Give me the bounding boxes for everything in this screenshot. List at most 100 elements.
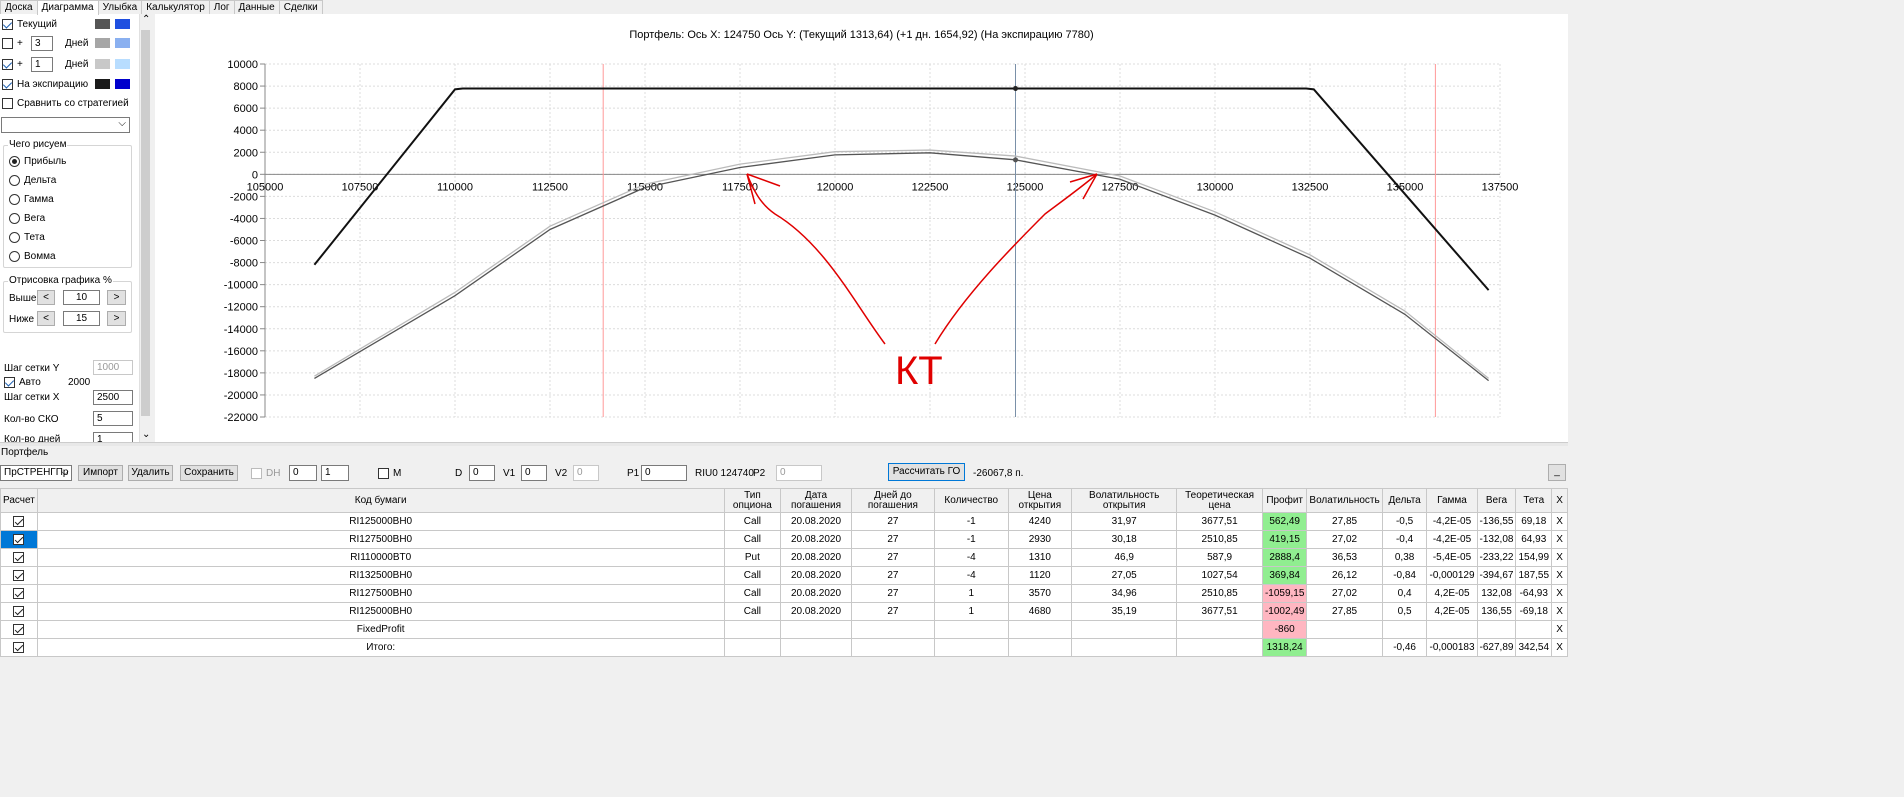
- above-increase-button[interactable]: >: [107, 290, 126, 305]
- column-header[interactable]: Тип опциона: [723, 488, 782, 513]
- remove-row-button[interactable]: X: [1551, 638, 1568, 657]
- p2-input[interactable]: 0: [776, 465, 822, 481]
- current-checkbox[interactable]: [2, 19, 13, 30]
- radio-vega[interactable]: [9, 213, 20, 224]
- grid-y-input[interactable]: 1000: [93, 360, 133, 375]
- auto-checkbox[interactable]: [4, 377, 15, 388]
- m-checkbox[interactable]: [378, 468, 389, 479]
- minimize-button[interactable]: _: [1548, 464, 1566, 481]
- current-color-swatch[interactable]: [95, 19, 110, 29]
- tab-deals[interactable]: Сделки: [278, 0, 323, 14]
- radio-vomma[interactable]: [9, 251, 20, 262]
- table-row[interactable]: Итого: 1318,24 -0,46 -0,000183 -627,89 342,54…: [0, 638, 1568, 657]
- v1-input[interactable]: 0: [521, 465, 547, 481]
- sko-input[interactable]: 5: [93, 411, 133, 426]
- dh-spinner-1[interactable]: 0: [289, 465, 317, 481]
- expiration-checkbox[interactable]: [2, 79, 13, 90]
- days-count-input[interactable]: 1: [93, 432, 133, 442]
- column-header[interactable]: Волатильность открытия: [1071, 488, 1178, 513]
- remove-row-button[interactable]: X: [1551, 602, 1568, 621]
- import-button[interactable]: Импорт: [78, 465, 123, 481]
- remove-row-button[interactable]: X: [1551, 512, 1568, 531]
- table-row[interactable]: RI132500BH0 Call 20.08.2020 27 -4 1120 27,05 10…: [0, 566, 1568, 585]
- remove-row-button[interactable]: X: [1551, 566, 1568, 585]
- above-decrease-button[interactable]: <: [37, 290, 55, 305]
- table-row[interactable]: RI127500BH0 Call 20.08.2020 27 1 3570 34,96 251…: [0, 584, 1568, 603]
- plus1-color-swatch[interactable]: [95, 59, 110, 69]
- profit-chart[interactable]: Портфель: Ось X: 124750 Ось Y: (Текущий …: [155, 14, 1568, 442]
- calc-cell[interactable]: [0, 530, 38, 549]
- v2-input[interactable]: 0: [573, 465, 599, 481]
- days-input-1[interactable]: 3: [31, 36, 53, 51]
- below-decrease-button[interactable]: <: [37, 311, 55, 326]
- table-row[interactable]: FixedProfit -860 X: [0, 620, 1568, 639]
- remove-row-button[interactable]: X: [1551, 548, 1568, 567]
- calc-checkbox[interactable]: [13, 587, 25, 599]
- delete-button[interactable]: Удалить: [128, 465, 173, 481]
- column-header[interactable]: Дней до погашения: [850, 488, 935, 513]
- tab-board[interactable]: Доска: [0, 0, 38, 14]
- remove-row-button[interactable]: X: [1551, 530, 1568, 549]
- column-header[interactable]: Волатильность: [1306, 488, 1383, 513]
- plus3-color-swatch[interactable]: [95, 38, 110, 48]
- radio-profit[interactable]: [9, 156, 20, 167]
- expiration-color-swatch-2[interactable]: [115, 79, 130, 89]
- column-header[interactable]: Теоретическая цена: [1176, 488, 1263, 513]
- tab-calculator[interactable]: Калькулятор: [141, 0, 210, 14]
- calc-checkbox[interactable]: [13, 569, 25, 581]
- table-row[interactable]: RI125000BH0 Call 20.08.2020 27 1 4680 35,19 367…: [0, 602, 1568, 621]
- days-input-2[interactable]: 1: [31, 57, 53, 72]
- radio-delta[interactable]: [9, 175, 20, 186]
- save-button[interactable]: Сохранить: [180, 465, 238, 481]
- plus3-color-swatch-2[interactable]: [115, 38, 130, 48]
- calc-checkbox[interactable]: [13, 551, 25, 563]
- dh-checkbox[interactable]: [251, 468, 262, 479]
- calc-cell[interactable]: [0, 620, 38, 639]
- radio-gamma[interactable]: [9, 194, 20, 205]
- calc-cell[interactable]: [0, 602, 38, 621]
- chevron-down-icon[interactable]: ⌄: [142, 429, 150, 440]
- column-header[interactable]: X: [1551, 488, 1568, 513]
- current-color-swatch-2[interactable]: [115, 19, 130, 29]
- column-header[interactable]: Цена открытия: [1007, 488, 1073, 513]
- calc-cell[interactable]: [0, 638, 38, 657]
- below-increase-button[interactable]: >: [107, 311, 126, 326]
- compare-checkbox[interactable]: [2, 98, 13, 109]
- calc-go-button[interactable]: Рассчитать ГО: [888, 463, 965, 481]
- remove-row-button[interactable]: X: [1551, 620, 1568, 639]
- strategy-select[interactable]: ⌵: [1, 117, 130, 133]
- remove-row-button[interactable]: X: [1551, 584, 1568, 603]
- grid-x-input[interactable]: 2500: [93, 390, 133, 405]
- column-header[interactable]: Гамма: [1426, 488, 1478, 513]
- plus3-checkbox[interactable]: [2, 38, 13, 49]
- radio-theta[interactable]: [9, 232, 20, 243]
- calc-cell[interactable]: [0, 548, 38, 567]
- p1-input[interactable]: 0: [641, 465, 687, 481]
- column-header[interactable]: Профит: [1261, 488, 1308, 513]
- calc-checkbox[interactable]: [13, 515, 25, 527]
- scrollbar-thumb[interactable]: [141, 30, 150, 416]
- above-input[interactable]: 10: [63, 290, 100, 305]
- calc-cell[interactable]: [0, 584, 38, 603]
- chevron-up-icon[interactable]: ⌃: [142, 14, 150, 25]
- table-row[interactable]: RI125000BH0 Call 20.08.2020 27 -1 4240 31,97 36…: [0, 512, 1568, 531]
- expiration-color-swatch[interactable]: [95, 79, 110, 89]
- column-header[interactable]: Расчет: [0, 488, 38, 513]
- tab-diagram[interactable]: Диаграмма: [36, 0, 99, 15]
- table-row[interactable]: RI127500BH0 Call 20.08.2020 27 -1 2930 30,18 25…: [0, 530, 1568, 549]
- tab-data[interactable]: Данные: [233, 0, 280, 14]
- tab-log[interactable]: Лог: [208, 0, 235, 14]
- calc-checkbox[interactable]: [13, 605, 25, 617]
- column-header[interactable]: Вега: [1476, 488, 1517, 513]
- table-row[interactable]: RI110000BT0 Put 20.08.2020 27 -4 1310 46,9 587,…: [0, 548, 1568, 567]
- column-header[interactable]: Дата погашения: [780, 488, 852, 513]
- dh-spinner-2[interactable]: 1: [321, 465, 349, 481]
- column-header[interactable]: Количество: [933, 488, 1009, 513]
- calc-cell[interactable]: [0, 512, 38, 531]
- calc-checkbox[interactable]: [13, 533, 25, 545]
- below-input[interactable]: 15: [63, 311, 100, 326]
- plus1-checkbox[interactable]: [2, 59, 13, 70]
- tab-smile[interactable]: Улыбка: [97, 0, 143, 14]
- calc-checkbox[interactable]: [13, 641, 25, 653]
- plus1-color-swatch-2[interactable]: [115, 59, 130, 69]
